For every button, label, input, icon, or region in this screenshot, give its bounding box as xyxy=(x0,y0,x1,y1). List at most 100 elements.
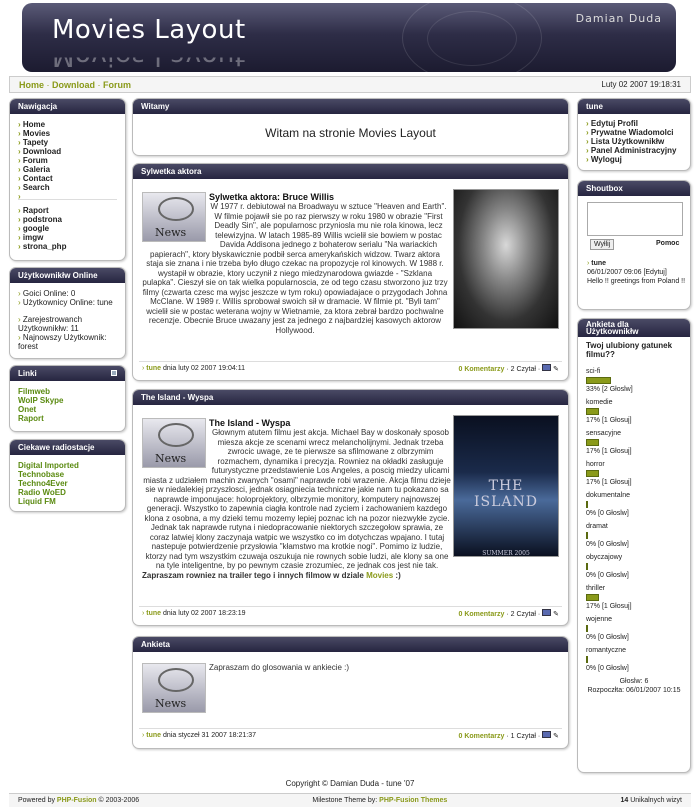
private-messages-link[interactable]: Prywatne Wiadomolci xyxy=(586,128,682,137)
nav-item-forum[interactable]: Forum xyxy=(18,156,117,165)
shoutbox-panel: Shoutbox Wyłlij Pomoc › tune 06/01/2007 … xyxy=(577,180,691,310)
nav-item-home[interactable]: Home xyxy=(18,120,117,129)
shout-input[interactable] xyxy=(587,202,683,236)
poll-option: sci-fi 33% [2 Głoslw] xyxy=(586,367,682,394)
collapse-icon[interactable] xyxy=(111,370,117,376)
powered-text: Powered by xyxy=(18,797,55,804)
nav-link-forum[interactable]: Forum xyxy=(103,80,131,90)
nav-item-podstrona[interactable]: podstrona xyxy=(18,215,117,224)
panel-title: Ankieta xyxy=(133,637,568,652)
poll-bar xyxy=(586,532,588,539)
shout-text: Hello !! greetings from Poland !! xyxy=(587,278,686,285)
nav-item-google[interactable]: google xyxy=(18,224,117,233)
nav-item-strona-php[interactable]: strona_php xyxy=(18,242,117,251)
logout-link[interactable]: Wyloguj xyxy=(586,155,682,164)
poll-bar xyxy=(586,625,588,632)
poll-option: dramat 0% [0 Głoslw] xyxy=(586,522,682,549)
nav-item-movies[interactable]: Movies xyxy=(18,129,117,138)
poll-option-label: komedie xyxy=(586,399,613,406)
link-raport[interactable]: Raport xyxy=(18,414,117,423)
admin-panel-link[interactable]: Panel Administracyjny xyxy=(586,146,682,155)
article-author[interactable]: tune xyxy=(146,610,161,617)
link-onet[interactable]: Onet xyxy=(18,405,117,414)
edit-icon[interactable]: ✎ xyxy=(553,611,559,618)
poll-option-label: obyczajowy xyxy=(586,554,623,561)
comments-link[interactable]: 0 Komentarzy xyxy=(459,366,505,373)
nav-item-download[interactable]: Download xyxy=(18,147,117,156)
reads-count: 1 Czytał xyxy=(510,732,536,740)
poll-option-result: 17% [1 Głosuj] xyxy=(586,417,632,424)
article-date: dnia luty 02 2007 19:04:11 xyxy=(163,364,246,372)
nav-divider xyxy=(18,192,117,200)
edit-icon[interactable]: ✎ xyxy=(553,366,559,373)
poll-option-result: 0% [0 Głoslw] xyxy=(586,634,629,641)
email-icon[interactable] xyxy=(542,608,552,616)
poll-option-label: horror xyxy=(586,461,605,468)
email-icon[interactable] xyxy=(542,730,552,738)
shout-message: › tune 06/01/2007 09:06 [Edytuj] Hello !… xyxy=(587,260,686,285)
nav-item-imgw[interactable]: imgw xyxy=(18,233,117,242)
link-filmweb[interactable]: Filmweb xyxy=(18,387,117,396)
nav-item-contact[interactable]: Contact xyxy=(18,174,117,183)
poll-option-result: 0% [0 Głoslw] xyxy=(586,572,629,579)
panel-title: Sylwetka aktora xyxy=(133,164,568,179)
bruce-willis-photo xyxy=(453,189,559,329)
radio-link[interactable]: Digital Imported xyxy=(18,461,117,470)
poll-panel: Ankieta dla Użytkownikłw Twoj ulubiony g… xyxy=(577,318,691,773)
news-label: News xyxy=(155,697,187,710)
movies-link[interactable]: Movies xyxy=(366,571,393,580)
poll-option-result: 0% [0 Głoslw] xyxy=(586,510,629,517)
link-skype[interactable]: WoIP Skype xyxy=(18,396,117,405)
edit-icon[interactable]: ✎ xyxy=(553,733,559,740)
poll-option: sensacyjne 17% [1 Głosuj] xyxy=(586,429,682,456)
user-list-link[interactable]: Lista Użytkownikłw xyxy=(586,137,682,146)
disc-decoration-inner xyxy=(427,11,517,66)
poll-question: Twoj ulubiony gatunek filmu?? xyxy=(586,341,673,359)
poll-option-label: dokumentalne xyxy=(586,492,630,499)
news-image: News xyxy=(142,418,206,468)
panel-title: Shoutbox xyxy=(578,181,690,196)
theme-text: Milestone Theme by: xyxy=(312,797,378,804)
poll-option-result: 0% [0 Głoslw] xyxy=(586,665,629,672)
themes-link[interactable]: PHP-Fusion Themes xyxy=(379,797,447,804)
nav-link-download[interactable]: Download xyxy=(52,80,95,90)
nav-item-search[interactable]: Search xyxy=(18,183,117,192)
edit-profile-link[interactable]: Edytuj Profil xyxy=(586,119,682,128)
reads-count: 2 Czytał xyxy=(510,365,536,373)
nav-item-raport[interactable]: Raport xyxy=(18,206,117,215)
current-date: Luty 02 2007 19:18:31 xyxy=(601,80,681,89)
radio-link[interactable]: Radio WoED xyxy=(18,488,117,497)
article-author[interactable]: tune xyxy=(146,365,161,372)
phpfusion-link[interactable]: PHP-Fusion xyxy=(57,797,97,804)
panel-title: Witamy xyxy=(133,99,568,114)
comments-link[interactable]: 0 Komentarzy xyxy=(459,611,505,618)
help-link[interactable]: Pomoc xyxy=(656,240,679,247)
article-author[interactable]: tune xyxy=(146,732,161,739)
reads-count: 2 Czytał xyxy=(510,610,536,618)
poll-bar xyxy=(586,563,588,570)
panel-title: Użytkownikłw Online xyxy=(10,268,125,283)
radio-link[interactable]: Liquid FM xyxy=(18,497,117,506)
registered-users: Zarejestrowanch Użytkownikłw: 11 xyxy=(18,315,117,333)
panel-title: Ciekawe radiostacje xyxy=(10,440,125,455)
news-image: News xyxy=(142,663,206,713)
poll-bar xyxy=(586,377,611,384)
nav-item-galeria[interactable]: Galeria xyxy=(18,165,117,174)
email-icon[interactable] xyxy=(542,363,552,371)
visit-counter: 14 Unikalnych wizyt xyxy=(620,797,682,804)
panel-title: Linki xyxy=(10,366,125,381)
nav-item-tapety[interactable]: Tapety xyxy=(18,138,117,147)
radio-link[interactable]: Techno4Ever xyxy=(18,479,117,488)
comments-link[interactable]: 0 Komentarzy xyxy=(459,733,505,740)
nav-link-home[interactable]: Home xyxy=(19,80,44,90)
shout-user[interactable]: tune xyxy=(591,260,606,267)
poll-option-result: 17% [1 Głosuj] xyxy=(586,603,632,610)
site-author: Damian Duda xyxy=(575,12,662,25)
article-ankieta: Ankieta News Zapraszam do glosowania w a… xyxy=(132,636,569,749)
visit-label: Unikalnych wizyt xyxy=(630,797,682,804)
article-footer: › tune dnia styczeł 31 2007 18:21:37 0 K… xyxy=(139,728,562,741)
poll-option-result: 33% [2 Głoslw] xyxy=(586,386,633,393)
radio-link[interactable]: Technobase xyxy=(18,470,117,479)
send-button[interactable]: Wyłlij xyxy=(590,239,615,250)
powered-years: © 2003-2006 xyxy=(98,797,140,804)
